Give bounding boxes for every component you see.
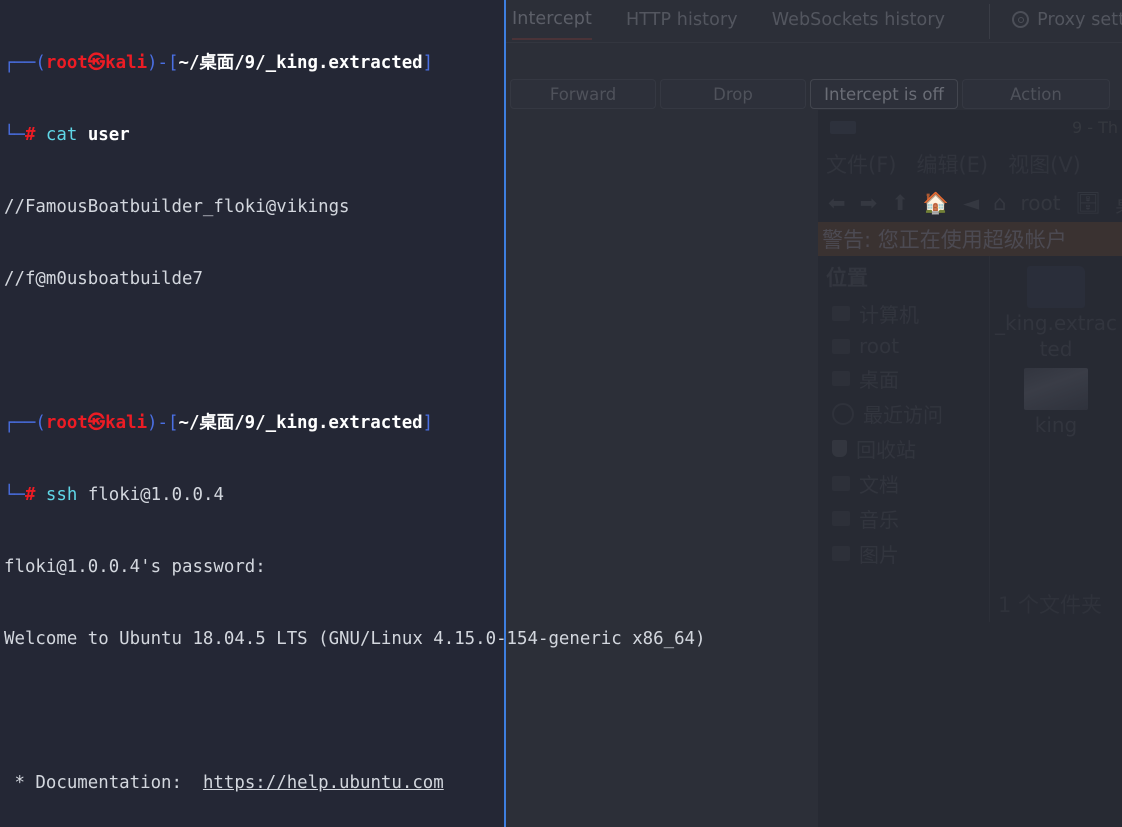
terminal-command-line-2: └─# ssh floki@1.0.0.4 <box>4 485 224 505</box>
screen: Intercept HTTP history WebSockets histor… <box>0 0 1122 827</box>
terminal-line-welcome: Welcome to Ubuntu 18.04.5 LTS (GNU/Linux… <box>4 629 706 649</box>
terminal-output: ┌──(root㉿kali)-[~/桌面/9/_king.extracted] … <box>0 0 1122 827</box>
terminal-line-documentation: * Documentation: https://help.ubuntu.com <box>4 773 444 793</box>
terminal-line-creds-pass: //f@m0usboatbuilde7 <box>4 269 203 289</box>
terminal-line-creds-user: //FamousBoatbuilder_floki@vikings <box>4 197 350 217</box>
terminal-command-line-1: └─# cat user <box>4 125 130 145</box>
terminal-line-password-prompt: floki@1.0.0.4's password: <box>4 557 266 577</box>
terminal-prompt-line-1: ┌──(root㉿kali)-[~/桌面/9/_king.extracted] <box>4 53 434 73</box>
terminal-prompt-line-2: ┌──(root㉿kali)-[~/桌面/9/_king.extracted] <box>4 413 434 433</box>
